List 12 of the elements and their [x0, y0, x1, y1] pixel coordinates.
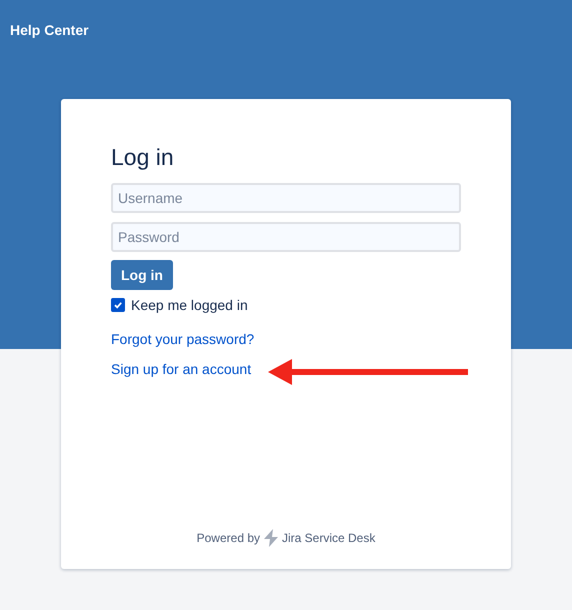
login-button[interactable]: Log in — [111, 260, 173, 290]
input-field[interactable]: Password — [111, 222, 461, 252]
login-heading: Log in — [111, 143, 174, 171]
product-name: Jira Service Desk — [282, 531, 376, 545]
checkbox-label: Keep me logged in — [131, 297, 248, 313]
link[interactable]: Sign up for an account — [111, 360, 254, 378]
input-field[interactable]: Username — [111, 183, 461, 213]
site-title[interactable]: Help Center — [10, 22, 89, 38]
powered-by-text: Powered by — [196, 531, 260, 545]
link[interactable]: Forgot your password? — [111, 330, 254, 348]
bolt-icon — [264, 529, 278, 547]
checkbox[interactable] — [111, 298, 125, 312]
